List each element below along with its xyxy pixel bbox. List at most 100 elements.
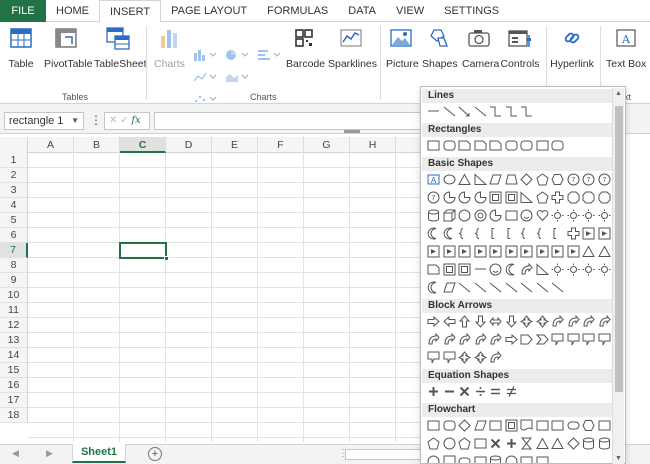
shape-sun-icon[interactable] [582, 263, 595, 276]
shape-can-icon[interactable] [582, 437, 595, 450]
prev-sheet-icon[interactable]: ◀ [12, 448, 19, 459]
shape-rect-icon[interactable] [536, 455, 549, 464]
shape-rect-icon[interactable] [427, 139, 440, 152]
shape-rrect-icon[interactable] [551, 139, 564, 152]
row-header[interactable]: 1 [0, 153, 28, 168]
sparklines-button[interactable]: Sparklines [328, 24, 377, 70]
sheet-tab[interactable]: Sheet1 [72, 444, 126, 463]
shape-can-icon[interactable] [489, 455, 502, 464]
shape-larrow-icon[interactable] [442, 315, 456, 328]
shape-diag-icon[interactable] [505, 281, 518, 294]
shape-btn-icon[interactable] [536, 245, 549, 258]
tab-file[interactable]: FILE [0, 0, 46, 22]
confirm-icon[interactable]: ✓ [120, 115, 128, 126]
area-chart-icon[interactable] [224, 70, 250, 84]
active-cell[interactable] [119, 242, 169, 261]
shape-oct-icon[interactable] [598, 191, 611, 204]
shape-callout-icon[interactable] [443, 351, 456, 364]
shape-circ-icon[interactable] [427, 455, 440, 464]
shape-diamond-icon[interactable] [566, 437, 580, 450]
shape-bracket-icon[interactable] [489, 227, 502, 240]
more-options-icon[interactable]: ⋮ [90, 113, 102, 127]
horizontal-scrollbar[interactable] [345, 449, 423, 460]
shape-quad-icon[interactable] [520, 315, 533, 328]
shape-moon-icon[interactable] [505, 263, 518, 276]
shape-btn-icon[interactable] [598, 227, 611, 240]
function-icon[interactable]: fx [131, 115, 140, 126]
shape-ellipse-icon[interactable] [443, 173, 456, 186]
shape-frame-icon[interactable] [443, 263, 456, 276]
shape-diag-icon[interactable] [443, 105, 456, 118]
row-header[interactable]: 12 [0, 318, 28, 333]
shape-hour-icon[interactable] [520, 437, 533, 450]
shape-brace-icon[interactable] [536, 227, 549, 240]
shape-cross-icon[interactable] [551, 191, 564, 204]
shape-doc-icon[interactable] [520, 419, 533, 432]
row-header[interactable]: 14 [0, 348, 28, 363]
column-header[interactable]: B [74, 137, 120, 153]
shape-lrarrow-icon[interactable] [489, 315, 502, 328]
shape-btn-icon[interactable] [551, 245, 564, 258]
tab-settings[interactable]: SETTINGS [434, 0, 509, 22]
shape-noteq-icon[interactable] [505, 385, 518, 398]
shape-hex-icon[interactable] [551, 173, 564, 186]
shape-callout-icon[interactable] [598, 333, 611, 346]
tab-page-layout[interactable]: PAGE LAYOUT [161, 0, 257, 22]
shape-bracket-icon[interactable] [505, 227, 518, 240]
shape-sun-icon[interactable] [567, 209, 580, 222]
shape-btn-icon[interactable] [567, 245, 580, 258]
shape-can-icon[interactable] [598, 437, 611, 450]
shape-diamond-icon[interactable] [520, 173, 533, 186]
cell-area[interactable] [28, 153, 425, 442]
cancel-icon[interactable]: ✕ [109, 115, 117, 126]
shape-diag-icon[interactable] [520, 281, 533, 294]
shape-rrect-icon[interactable] [443, 139, 456, 152]
shape-circ7-icon[interactable]: 7 [567, 173, 580, 186]
shape-rarrow-icon[interactable] [427, 315, 440, 328]
chevron-down-icon[interactable]: ▼ [71, 113, 79, 129]
shape-btn-icon[interactable] [520, 245, 533, 258]
shape-frame-icon[interactable] [489, 191, 502, 204]
shape-moon-icon[interactable] [427, 227, 440, 240]
shape-diamond-icon[interactable] [458, 419, 471, 432]
shape-rtri-icon[interactable] [520, 191, 533, 204]
barcode-button[interactable]: Barcode [286, 24, 325, 70]
next-sheet-icon[interactable]: ▶ [46, 448, 53, 459]
row-header[interactable]: 3 [0, 183, 28, 198]
shape-sun-icon[interactable] [567, 263, 580, 276]
shape-moon-icon[interactable] [443, 227, 456, 240]
tab-view[interactable]: VIEW [386, 0, 434, 22]
shape-sun-icon[interactable] [551, 209, 564, 222]
shape-btn-icon[interactable] [427, 245, 440, 258]
shape-oct-icon[interactable] [567, 191, 580, 204]
shape-frame-icon[interactable] [458, 263, 471, 276]
shape-tri-icon[interactable] [582, 245, 595, 258]
shape-rect-icon[interactable] [598, 419, 611, 432]
tab-insert[interactable]: INSERT [99, 0, 162, 23]
shape-callout-icon[interactable] [567, 333, 580, 346]
shape-tri-icon[interactable] [551, 437, 564, 450]
shape-trap-icon[interactable] [504, 173, 518, 186]
vertical-scrollbar[interactable]: ▲ ▼ [612, 88, 624, 464]
shape-rarrow-icon[interactable] [505, 333, 518, 346]
shape-pie-icon[interactable] [458, 191, 471, 204]
shape-elbow-icon[interactable] [505, 105, 518, 118]
shape-sun-icon[interactable] [598, 263, 611, 276]
scrollbar-thumb[interactable] [615, 106, 623, 392]
shape-pie-icon[interactable] [443, 191, 456, 204]
shape-terminator-icon[interactable] [567, 419, 580, 432]
shape-chevron-icon[interactable] [535, 333, 549, 346]
shape-pent-icon[interactable] [458, 437, 471, 450]
shape-rtri-icon[interactable] [474, 173, 487, 186]
shape-rect-icon[interactable] [474, 437, 487, 450]
shape-callout-icon[interactable] [582, 333, 595, 346]
shape-snip-icon[interactable] [489, 139, 502, 152]
shape-divide-icon[interactable] [474, 385, 487, 398]
shape-line-icon[interactable] [427, 105, 440, 118]
shape-btn-icon[interactable] [443, 245, 456, 258]
shape-btn-icon[interactable] [474, 245, 487, 258]
shape-snip-icon[interactable] [474, 139, 487, 152]
shape-pie-icon[interactable] [474, 191, 487, 204]
shape-rrect-icon[interactable] [443, 419, 456, 432]
shape-circ-icon[interactable] [505, 455, 518, 464]
